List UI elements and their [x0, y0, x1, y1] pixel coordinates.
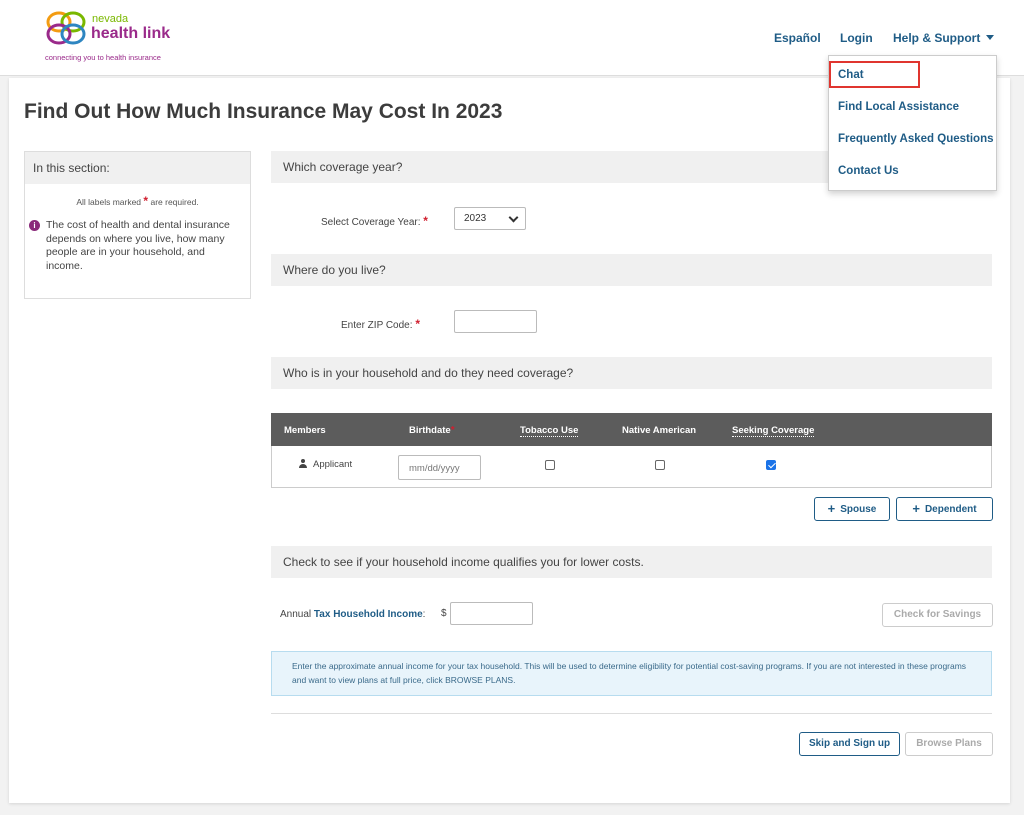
nav-espanol-link[interactable]: Español [774, 31, 821, 45]
required-legend-prefix: All labels marked [76, 197, 142, 207]
native-american-checkbox[interactable] [655, 460, 665, 470]
column-tobacco-use-tooltip[interactable]: Tobacco Use [520, 425, 579, 437]
required-legend-suffix: are required. [150, 197, 199, 207]
seeking-coverage-checkbox[interactable] [766, 460, 776, 470]
zip-code-label: Enter ZIP Code: * [341, 317, 420, 331]
birthdate-input[interactable]: mm/dd/yyyy [398, 455, 481, 480]
sidebar-info: i The cost of health and dental insuranc… [29, 219, 243, 273]
add-spouse-label: Spouse [840, 504, 877, 515]
where-live-section-header: Where do you live? [271, 254, 992, 286]
add-spouse-button[interactable]: + Spouse [814, 497, 890, 521]
household-income-input[interactable] [450, 602, 533, 625]
sidebar-heading: In this section: [25, 152, 250, 184]
menu-item-find-local-assistance[interactable]: Find Local Assistance [838, 101, 959, 113]
caret-down-icon [986, 35, 995, 40]
household-section-header: Who is in your household and do they nee… [271, 357, 992, 389]
zip-code-input[interactable] [454, 310, 537, 333]
table-row: Applicant mm/dd/yyyy [271, 446, 992, 488]
nevada-health-link-logo[interactable]: nevada health link connecting you to hea… [44, 8, 184, 64]
required-legend: All labels marked * are required. [25, 194, 250, 208]
income-section-header: Check to see if your household income qu… [271, 546, 992, 578]
menu-item-chat[interactable]: Chat [838, 69, 864, 81]
income-label-suffix: : [422, 609, 426, 620]
income-currency-symbol: $ [441, 608, 447, 619]
check-savings-button[interactable]: Check for Savings [882, 603, 993, 627]
chevron-down-icon [508, 212, 519, 223]
plus-icon: + [912, 501, 920, 516]
logo-nevada-text: nevada [92, 13, 129, 25]
plus-icon: + [827, 501, 836, 516]
info-icon: i [29, 220, 40, 231]
household-table-header: Members Birthdate* Tobacco Use Native Am… [271, 413, 992, 446]
menu-item-faq[interactable]: Frequently Asked Questions [838, 133, 994, 145]
nav-help-support-label: Help & Support [893, 31, 981, 45]
income-label-tooltip[interactable]: Tax Household Income [314, 609, 423, 620]
coverage-year-label: Select Coverage Year: * [321, 214, 428, 228]
nav-login-link[interactable]: Login [840, 31, 873, 45]
column-seeking-coverage-tooltip[interactable]: Seeking Coverage [732, 425, 815, 437]
income-label-prefix: Annual [280, 609, 314, 620]
member-name: Applicant [313, 459, 353, 470]
help-support-dropdown-menu: Chat Find Local Assistance Frequently As… [828, 55, 997, 191]
section-sidebar: In this section: All labels marked * are… [24, 151, 251, 299]
page-title: Find Out How Much Insurance May Cost In … [24, 100, 503, 123]
add-dependent-button[interactable]: + Dependent [896, 497, 993, 521]
browse-plans-button[interactable]: Browse Plans [905, 732, 993, 756]
divider [271, 713, 992, 714]
sidebar-info-text: The cost of health and dental insurance … [46, 219, 230, 272]
member-applicant: Applicant [299, 459, 352, 470]
income-label: Annual Tax Household Income: [280, 609, 425, 620]
coverage-year-value: 2023 [464, 213, 487, 224]
nav-help-support-toggle[interactable]: Help & Support [893, 31, 995, 45]
user-icon [299, 459, 307, 468]
skip-and-sign-up-button[interactable]: Skip and Sign up [799, 732, 900, 756]
coverage-year-label-text: Select Coverage Year: [321, 217, 421, 228]
required-star: * [143, 194, 149, 208]
logo-tagline: connecting you to health insurance [45, 53, 161, 62]
logo-knot-icon [46, 11, 86, 45]
required-star: * [415, 317, 420, 331]
tobacco-use-checkbox[interactable] [545, 460, 555, 470]
column-native-american: Native American [622, 425, 697, 436]
zip-code-label-text: Enter ZIP Code: [341, 320, 413, 331]
coverage-year-select[interactable]: 2023 [454, 207, 526, 230]
logo-health-link-text: health link [91, 25, 171, 42]
column-birthdate: Birthdate* [409, 425, 455, 436]
menu-item-contact-us[interactable]: Contact Us [838, 165, 899, 177]
column-members: Members [284, 425, 326, 436]
required-star: * [450, 425, 455, 436]
column-birthdate-label: Birthdate [409, 425, 451, 436]
add-dependent-label: Dependent [924, 504, 977, 515]
income-info-note: Enter the approximate annual income for … [271, 651, 992, 696]
required-star: * [423, 214, 428, 228]
